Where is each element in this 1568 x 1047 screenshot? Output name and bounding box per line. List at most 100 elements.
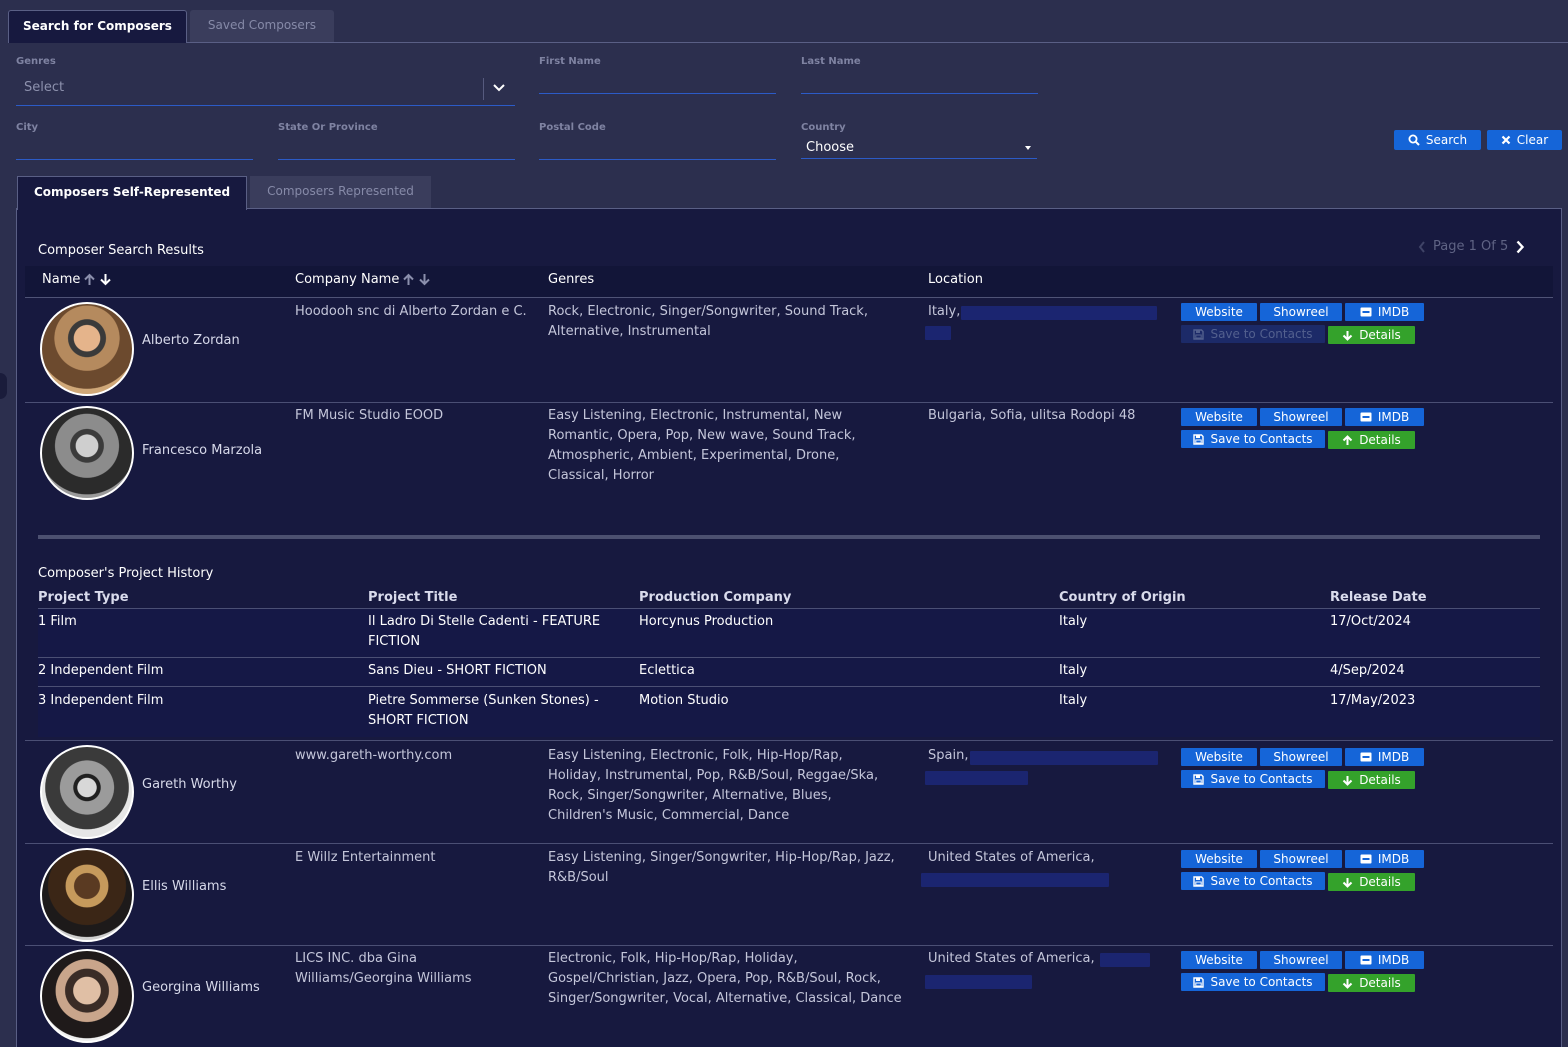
avatar xyxy=(40,848,134,942)
country-select[interactable]: Choose xyxy=(801,137,1037,159)
ph-date: 17/Oct/2024 xyxy=(1330,614,1411,629)
imdb-button-label: IMDB xyxy=(1377,410,1410,424)
ph-header-company: Production Company xyxy=(639,590,792,605)
save-to-contacts-button[interactable]: Save to Contacts xyxy=(1181,430,1325,448)
arrow-down-icon xyxy=(1342,978,1353,989)
tab-represented[interactable]: Composers Represented xyxy=(250,176,431,208)
project-history-title: Composer's Project History xyxy=(38,566,214,581)
header-company[interactable]: Company Name xyxy=(295,272,431,287)
save-to-contacts-button[interactable]: Save to Contacts xyxy=(1181,872,1325,890)
ph-line xyxy=(38,686,1540,687)
sort-up-icon[interactable] xyxy=(402,273,415,286)
sort-up-icon[interactable] xyxy=(83,273,96,286)
showreel-button[interactable]: Showreel xyxy=(1260,748,1342,766)
sidebar-toggle[interactable] xyxy=(0,373,7,399)
details-button[interactable]: Details xyxy=(1328,431,1415,449)
tab-saved-composers[interactable]: Saved Composers xyxy=(189,10,334,42)
save-to-contacts-button[interactable]: Save to Contacts xyxy=(1181,325,1325,343)
showreel-button-label: Showreel xyxy=(1273,852,1329,866)
ph-date: 4/Sep/2024 xyxy=(1330,663,1405,678)
chevron-down-icon[interactable] xyxy=(491,76,507,98)
details-button[interactable]: Details xyxy=(1328,326,1415,344)
composer-name[interactable]: Ellis Williams xyxy=(142,879,226,894)
ph-company: Motion Studio xyxy=(639,693,729,708)
website-button[interactable]: Website xyxy=(1181,303,1257,321)
ph-header-country: Country of Origin xyxy=(1059,590,1186,605)
tab-self-represented[interactable]: Composers Self-Represented xyxy=(17,176,248,210)
details-button-label: Details xyxy=(1359,328,1401,342)
redacted-address xyxy=(970,751,1158,765)
genres-select[interactable]: Select xyxy=(16,74,515,106)
ph-type: 3 Independent Film xyxy=(38,693,164,708)
save-button-label: Save to Contacts xyxy=(1210,432,1313,446)
imdb-button[interactable]: IMDB xyxy=(1345,303,1424,321)
save-icon xyxy=(1193,328,1205,340)
imdb-button-label: IMDB xyxy=(1377,305,1410,319)
save-icon xyxy=(1193,773,1205,785)
city-input[interactable] xyxy=(16,159,253,160)
ph-title: Pietre Sommerse (Sunken Stones) - SHORT … xyxy=(368,693,599,728)
imdb-button[interactable]: IMDB xyxy=(1345,748,1424,766)
header-name-label: Name xyxy=(42,272,81,287)
showreel-button[interactable]: Showreel xyxy=(1260,408,1342,426)
website-button[interactable]: Website xyxy=(1181,408,1257,426)
row-divider xyxy=(25,402,1553,403)
imdb-button[interactable]: IMDB xyxy=(1345,408,1424,426)
chevron-right-icon[interactable] xyxy=(1515,240,1525,254)
details-button-label: Details xyxy=(1359,773,1401,787)
save-to-contacts-button[interactable]: Save to Contacts xyxy=(1181,770,1325,788)
composer-name[interactable]: Alberto Zordan xyxy=(142,333,240,348)
last-name-input[interactable] xyxy=(801,93,1038,94)
website-button[interactable]: Website xyxy=(1181,951,1257,969)
details-button[interactable]: Details xyxy=(1328,771,1415,789)
state-label: State Or Province xyxy=(278,122,378,133)
details-button[interactable]: Details xyxy=(1328,873,1415,891)
imdb-button[interactable]: IMDB xyxy=(1345,850,1424,868)
showreel-button-label: Showreel xyxy=(1273,953,1329,967)
save-to-contacts-button[interactable]: Save to Contacts xyxy=(1181,973,1325,991)
section-divider xyxy=(38,535,1540,539)
ph-company: Horcynus Production xyxy=(639,614,774,629)
imdb-button[interactable]: IMDB xyxy=(1345,951,1424,969)
composer-name[interactable]: Francesco Marzola xyxy=(142,443,262,458)
search-icon xyxy=(1408,134,1420,146)
first-name-input[interactable] xyxy=(539,93,776,94)
ph-header-date: Release Date xyxy=(1330,590,1427,605)
state-input[interactable] xyxy=(278,159,515,160)
save-icon xyxy=(1193,976,1205,988)
clear-button[interactable]: Clear xyxy=(1487,130,1562,150)
tab-search-composers[interactable]: Search for Composers xyxy=(8,10,187,43)
company-name: FM Music Studio EOOD xyxy=(295,408,444,423)
website-button[interactable]: Website xyxy=(1181,748,1257,766)
header-company-label: Company Name xyxy=(295,272,400,287)
postal-input[interactable] xyxy=(539,159,776,160)
showreel-button[interactable]: Showreel xyxy=(1260,951,1342,969)
save-icon xyxy=(1193,875,1205,887)
website-button-label: Website xyxy=(1195,410,1243,424)
showreel-button[interactable]: Showreel xyxy=(1260,303,1342,321)
genres-text: Easy Listening, Electronic, Folk, Hip-Ho… xyxy=(548,748,879,823)
showreel-button[interactable]: Showreel xyxy=(1260,850,1342,868)
composer-name[interactable]: Gareth Worthy xyxy=(142,777,237,792)
sort-down-icon[interactable] xyxy=(418,273,431,286)
pagination: Page 1 Of 5 xyxy=(1418,239,1525,254)
close-icon xyxy=(1501,135,1511,145)
sort-down-icon[interactable] xyxy=(99,273,112,286)
clear-button-label: Clear xyxy=(1516,133,1549,147)
imdb-button-label: IMDB xyxy=(1377,750,1410,764)
chevron-left-icon[interactable] xyxy=(1418,240,1426,253)
postal-label: Postal Code xyxy=(539,122,606,133)
website-button-label: Website xyxy=(1195,953,1243,967)
caret-down-icon xyxy=(1025,146,1031,150)
header-name[interactable]: Name xyxy=(42,272,112,287)
country-value: Choose xyxy=(806,140,854,155)
results-table-header: Name Company Name Genres Location xyxy=(25,266,1553,298)
details-button[interactable]: Details xyxy=(1328,974,1415,992)
ph-company: Eclettica xyxy=(639,663,695,678)
country-label: Country xyxy=(801,122,846,133)
composer-name[interactable]: Georgina Williams xyxy=(142,980,260,995)
search-button[interactable]: Search xyxy=(1394,130,1481,150)
redacted-address xyxy=(925,326,951,340)
website-button[interactable]: Website xyxy=(1181,850,1257,868)
genres-label: Genres xyxy=(16,56,56,67)
